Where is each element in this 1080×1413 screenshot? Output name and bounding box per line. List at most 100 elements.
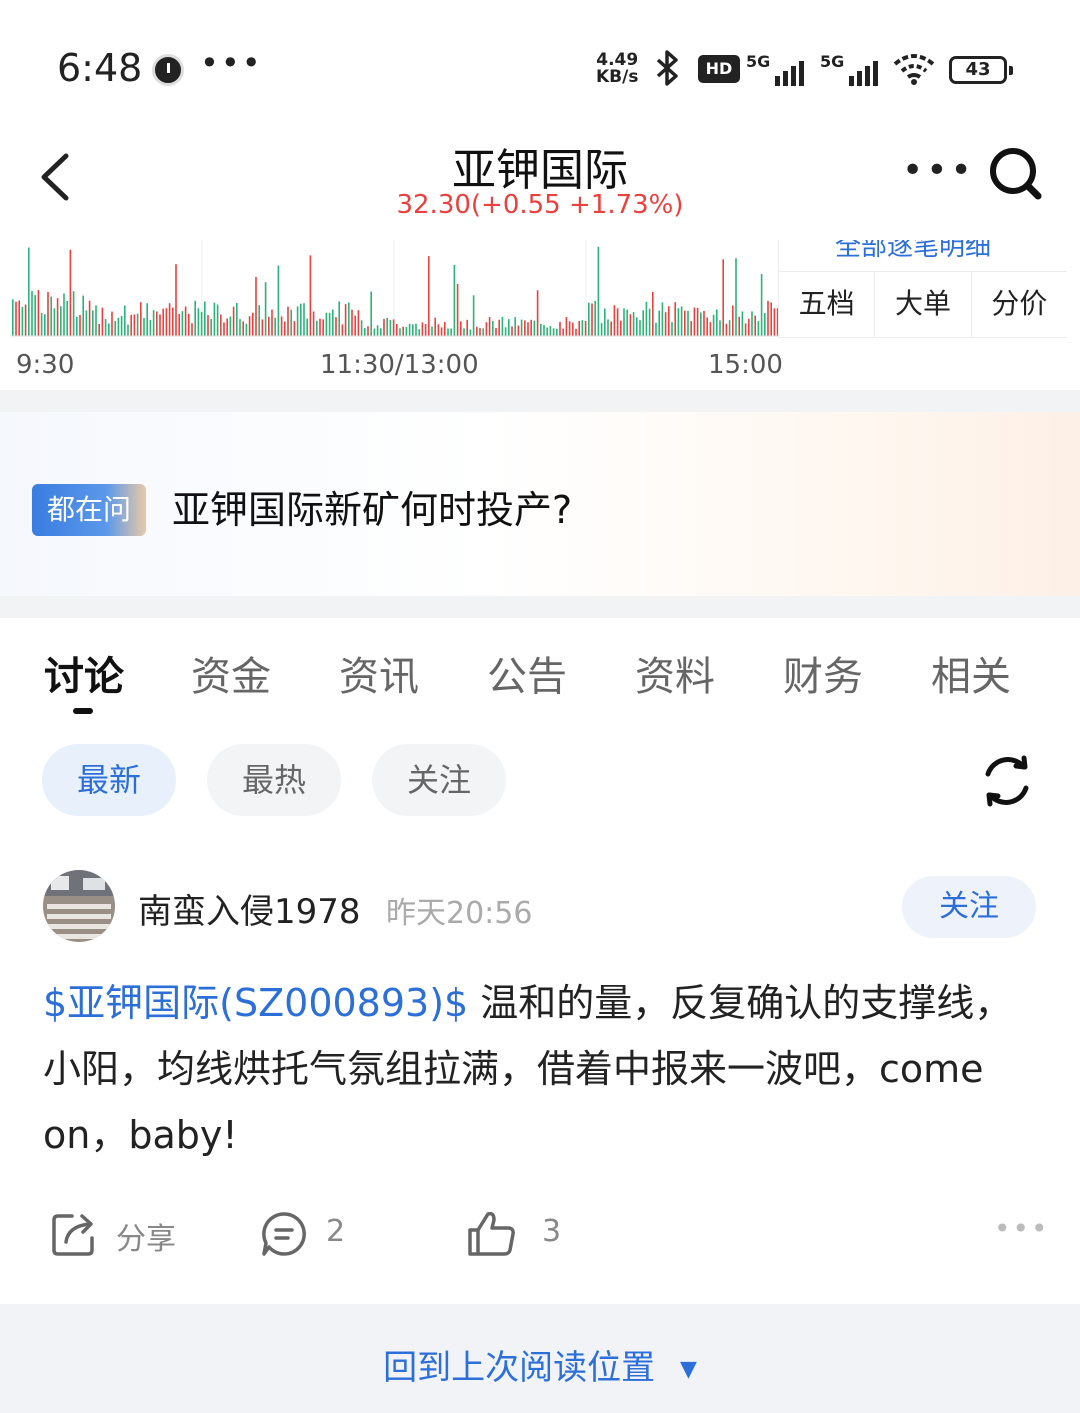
volume-bar [412, 324, 414, 336]
search-icon[interactable] [988, 146, 1044, 202]
volume-bar [50, 296, 52, 336]
volume-bar [616, 308, 619, 336]
post-content[interactable]: $亚钾国际(SZ000893)$ 温和的量，反复确认的支撑线，小阳，均线烘托气氛… [43, 970, 1043, 1168]
volume-bar [607, 319, 609, 336]
volume-bar [575, 328, 577, 336]
volume-bar [396, 324, 398, 336]
intraday-chart[interactable]: 9:30 11:30/13:00 15:00 全部逐笔明细 五档 大单 分价 [0, 240, 1080, 390]
tab-profile[interactable]: 资料 [635, 644, 715, 702]
trade-details-link[interactable]: 全部逐笔明细 [779, 240, 1067, 272]
caret-down-icon: ▼ [679, 1357, 697, 1382]
volume-bar [207, 315, 209, 336]
volume-bar [95, 305, 97, 336]
more-options-icon[interactable]: ••• [902, 150, 975, 191]
volume-bar [280, 316, 283, 336]
share-icon[interactable] [50, 1210, 98, 1258]
filter-following[interactable]: 关注 [372, 744, 506, 816]
volume-bar [504, 327, 507, 336]
follow-button[interactable]: 关注 [902, 876, 1036, 938]
volume-bar [524, 320, 526, 336]
post-username[interactable]: 南蛮入侵1978 [138, 884, 361, 933]
tab-news[interactable]: 资讯 [339, 644, 419, 702]
volume-bar [143, 318, 145, 336]
volume-bar [293, 321, 296, 336]
question-banner[interactable]: 都在问 亚钾国际新矿何时投产? [0, 412, 1080, 596]
volume-bar [72, 291, 75, 336]
volume-bar [648, 308, 651, 336]
volume-bar [386, 317, 388, 336]
refresh-icon[interactable] [978, 752, 1036, 810]
volume-bar [101, 307, 104, 336]
filter-latest[interactable]: 最新 [42, 744, 176, 816]
tab-large-orders[interactable]: 大单 [875, 272, 972, 337]
volume-bar [431, 326, 433, 336]
comment-icon[interactable] [260, 1210, 308, 1258]
tab-funds[interactable]: 资金 [191, 644, 271, 702]
volume-bar [351, 309, 353, 336]
avatar[interactable] [43, 870, 115, 942]
tab-related[interactable]: 相关 [931, 644, 1011, 702]
volume-bar [591, 303, 593, 336]
network-type-label: 5G [746, 52, 771, 71]
hd-voice-icon: HD [698, 55, 740, 83]
volume-bar [309, 255, 312, 336]
volume-bar [604, 308, 606, 336]
volume-bar [415, 323, 417, 336]
volume-bar [24, 304, 27, 336]
volume-bar [380, 328, 382, 336]
volume-bar [290, 309, 292, 336]
share-label[interactable]: 分享 [116, 1214, 176, 1258]
volume-bar [732, 305, 734, 336]
volume-bar [12, 299, 14, 336]
volume-bar [194, 300, 196, 336]
volume-bar [184, 306, 187, 336]
resume-reading-bar[interactable]: 回到上次阅读位置 ▼ [0, 1304, 1080, 1413]
comment-count: 2 [326, 1214, 346, 1249]
volume-bar [488, 317, 491, 336]
volume-bar [767, 300, 769, 336]
volume-bar [600, 323, 603, 336]
volume-bar [40, 312, 43, 336]
section-divider [0, 390, 1080, 412]
filter-hot[interactable]: 最热 [207, 744, 341, 816]
time-label-midday: 11:30/13:00 [320, 350, 479, 380]
tab-financials[interactable]: 财务 [783, 644, 863, 702]
post-more-icon[interactable]: ••• [994, 1212, 1050, 1245]
volume-bar [552, 328, 555, 336]
volume-bar [703, 310, 705, 336]
volume-bar [472, 295, 475, 336]
volume-bar [508, 319, 510, 336]
volume-bar [175, 264, 177, 336]
volume-bar [178, 313, 180, 336]
volume-bar [677, 308, 680, 336]
volume-bar [684, 310, 686, 336]
tab-five-levels[interactable]: 五档 [779, 272, 876, 337]
volume-bar [236, 302, 238, 336]
volume-bar [191, 323, 193, 336]
volume-bar [597, 246, 600, 336]
volume-bar [108, 323, 110, 336]
volume-bar [252, 312, 254, 336]
volume-bar [405, 327, 408, 336]
like-icon[interactable] [466, 1210, 515, 1258]
resume-reading-label: 回到上次阅读位置 [383, 1348, 656, 1388]
volume-bar [114, 321, 116, 336]
resume-reading-button[interactable]: 回到上次阅读位置 ▼ [0, 1340, 1080, 1389]
volume-bar [159, 314, 161, 336]
volume-bar [543, 324, 545, 336]
tab-announcements[interactable]: 公告 [487, 644, 567, 702]
order-book-panel: 全部逐笔明细 五档 大单 分价 [778, 240, 1067, 338]
volume-bar [332, 309, 334, 336]
volume-bar [735, 258, 737, 336]
volume-bar [21, 306, 24, 336]
time-label-open: 9:30 [16, 350, 75, 380]
volume-bar [111, 311, 113, 336]
tab-discussion[interactable]: 讨论 [44, 644, 124, 702]
volume-bar [296, 306, 299, 336]
volume-bar [168, 303, 171, 336]
stock-tag-link[interactable]: $亚钾国际(SZ000893)$ [43, 981, 468, 1025]
tab-price-distribution[interactable]: 分价 [972, 272, 1067, 337]
volume-bar [300, 303, 302, 336]
volume-bar [120, 315, 123, 336]
volume-bar [277, 265, 280, 336]
